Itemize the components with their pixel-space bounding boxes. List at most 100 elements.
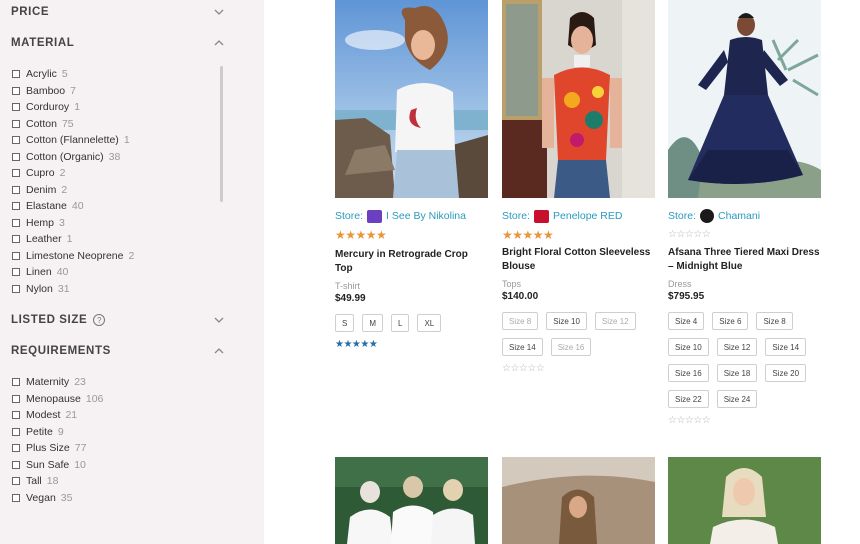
store-name-link[interactable]: Penelope RED: [553, 210, 622, 222]
material-option[interactable]: Cotton (Organic) 38: [12, 149, 217, 166]
material-option[interactable]: Linen 40: [12, 264, 217, 281]
requirement-option[interactable]: Tall 18: [12, 473, 217, 490]
size-option[interactable]: Size 14: [502, 338, 543, 356]
checkbox[interactable]: [12, 70, 20, 79]
checkbox[interactable]: [12, 218, 20, 227]
checkbox[interactable]: [12, 136, 20, 145]
size-option[interactable]: Size 12: [594, 312, 636, 330]
requirement-option[interactable]: Sun Safe 10: [12, 457, 217, 474]
checkbox[interactable]: [12, 185, 20, 194]
checkbox[interactable]: [12, 444, 20, 453]
product-name[interactable]: Bright Floral Cotton Sleeveless Blouse: [502, 246, 655, 274]
size-option[interactable]: Size 22: [668, 390, 709, 408]
checkbox[interactable]: [12, 493, 20, 502]
option-label: Linen: [26, 266, 52, 279]
checkbox[interactable]: [12, 235, 20, 244]
checkbox[interactable]: [12, 378, 20, 387]
product-card[interactable]: [668, 457, 821, 544]
product-name[interactable]: Afsana Three Tiered Maxi Dress – Midnigh…: [668, 246, 821, 274]
chevron-up-icon[interactable]: [212, 344, 226, 358]
size-option[interactable]: XL: [417, 314, 442, 332]
size-option[interactable]: Size 8: [502, 312, 539, 330]
checkbox[interactable]: [12, 284, 20, 293]
size-option[interactable]: Size 24: [716, 390, 758, 408]
material-option[interactable]: Limestone Neoprene 2: [12, 248, 217, 265]
filter-material-header[interactable]: MATERIAL: [11, 33, 226, 53]
material-scrollbar[interactable]: [220, 66, 223, 202]
product-card[interactable]: Store: Chamani ☆☆☆☆☆ Afsana Three Tiered…: [668, 0, 821, 428]
size-option[interactable]: Size 12: [716, 338, 758, 356]
requirement-option[interactable]: Modest 21: [12, 407, 217, 424]
chevron-down-icon[interactable]: [212, 313, 226, 327]
material-option[interactable]: Acrylic 5: [12, 66, 217, 83]
store-line[interactable]: Store: I See By Nikolina: [335, 208, 488, 224]
store-name-link[interactable]: Chamani: [718, 210, 760, 222]
size-option[interactable]: Size 4: [668, 312, 705, 330]
size-option[interactable]: Size 8: [756, 312, 793, 330]
requirement-option[interactable]: Petite 9: [12, 424, 217, 441]
size-option[interactable]: L: [391, 314, 410, 332]
checkbox[interactable]: [12, 477, 20, 486]
product-image[interactable]: [335, 457, 488, 544]
material-option[interactable]: Bamboo 7: [12, 83, 217, 100]
product-image[interactable]: [335, 0, 488, 198]
product-card[interactable]: Store: Penelope RED ★★★★★ Bright Floral …: [502, 0, 655, 376]
material-option[interactable]: Cotton 75: [12, 116, 217, 133]
help-icon[interactable]: ?: [93, 314, 106, 326]
size-option[interactable]: Size 16: [550, 338, 592, 356]
checkbox[interactable]: [12, 460, 20, 469]
checkbox[interactable]: [12, 394, 20, 403]
requirement-option[interactable]: Maternity 23: [12, 374, 217, 391]
size-option[interactable]: Size 10: [668, 338, 709, 356]
material-option[interactable]: Hemp 3: [12, 215, 217, 232]
store-name-link[interactable]: I See By Nikolina: [386, 210, 466, 222]
material-option[interactable]: Cupro 2: [12, 165, 217, 182]
checkbox[interactable]: [12, 411, 20, 420]
product-image[interactable]: [502, 0, 655, 198]
size-option[interactable]: M: [362, 314, 384, 332]
requirement-option[interactable]: Vegan 35: [12, 490, 217, 507]
product-image[interactable]: [668, 0, 821, 198]
filter-listed-size-header[interactable]: LISTED SIZE ?: [11, 310, 226, 330]
size-option[interactable]: Size 6: [712, 312, 749, 330]
product-card[interactable]: [502, 457, 655, 544]
size-option[interactable]: Size 10: [546, 312, 587, 330]
product-name[interactable]: Mercury in Retrograde Crop Top: [335, 248, 488, 276]
material-option[interactable]: Leather 1: [12, 231, 217, 248]
material-option[interactable]: Elastane 40: [12, 198, 217, 215]
size-option[interactable]: Size 20: [765, 364, 807, 382]
checkbox[interactable]: [12, 202, 20, 211]
checkbox[interactable]: [12, 427, 20, 436]
filter-requirements-header[interactable]: REQUIREMENTS: [11, 341, 226, 361]
requirement-option[interactable]: Plus Size 77: [12, 440, 217, 457]
size-option[interactable]: Size 18: [716, 364, 758, 382]
product-image[interactable]: [668, 457, 821, 544]
option-count: 3: [59, 216, 65, 229]
filter-listed-size-title: LISTED SIZE ?: [11, 314, 106, 326]
option-label: Maternity: [26, 376, 70, 389]
size-option[interactable]: S: [335, 314, 355, 332]
size-option[interactable]: Size 14: [765, 338, 807, 356]
checkbox[interactable]: [12, 152, 20, 161]
checkbox[interactable]: [12, 268, 20, 277]
product-photo: [335, 457, 488, 544]
filter-price-header[interactable]: PRICE: [11, 2, 226, 22]
checkbox[interactable]: [12, 86, 20, 95]
product-image[interactable]: [502, 457, 655, 544]
chevron-down-icon[interactable]: [212, 5, 226, 19]
material-option[interactable]: Cotton (Flannelette) 1: [12, 132, 217, 149]
store-line[interactable]: Store: Chamani: [668, 208, 821, 224]
store-line[interactable]: Store: Penelope RED: [502, 208, 655, 224]
checkbox[interactable]: [12, 103, 20, 112]
material-option[interactable]: Denim 2: [12, 182, 217, 199]
chevron-up-icon[interactable]: [212, 36, 226, 50]
checkbox[interactable]: [12, 119, 20, 128]
material-option[interactable]: Nylon 31: [12, 281, 217, 298]
product-card[interactable]: Store: I See By Nikolina ★★★★★ Mercury i…: [335, 0, 488, 352]
requirement-option[interactable]: Menopause 106: [12, 391, 217, 408]
material-option[interactable]: Corduroy 1: [12, 99, 217, 116]
checkbox[interactable]: [12, 251, 20, 260]
product-card[interactable]: [335, 457, 488, 544]
size-option[interactable]: Size 16: [668, 364, 709, 382]
checkbox[interactable]: [12, 169, 20, 178]
